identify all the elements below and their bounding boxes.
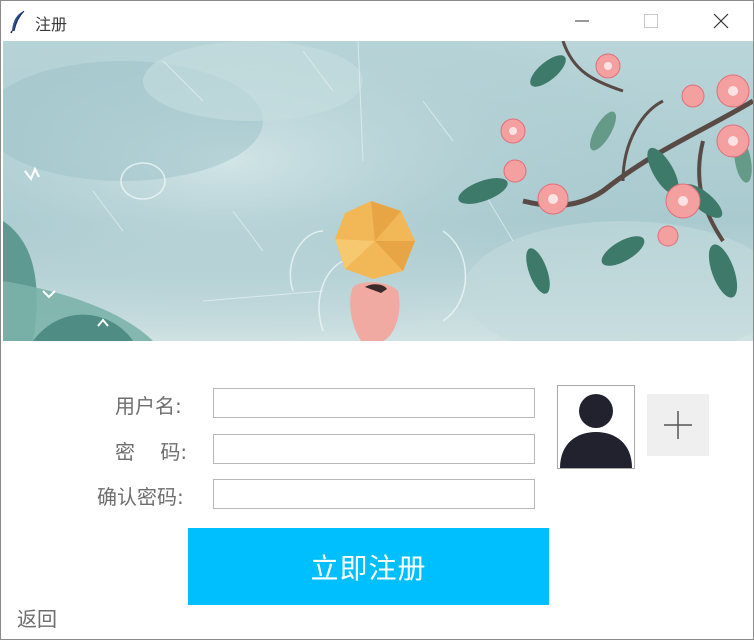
close-button[interactable]: [698, 1, 744, 41]
register-button[interactable]: 立即注册: [188, 528, 549, 605]
minimize-icon: [575, 20, 589, 22]
avatar: [557, 385, 635, 469]
back-link[interactable]: 返回: [17, 603, 57, 632]
plus-icon: [664, 411, 692, 439]
confirm-password-label: 确认密码:: [97, 485, 184, 509]
password-label: 密 码:: [115, 440, 188, 464]
banner-illustration: [3, 41, 753, 341]
add-avatar-button[interactable]: [647, 394, 709, 456]
maximize-button[interactable]: [628, 1, 674, 41]
close-icon: [713, 13, 729, 29]
window-title: 注册: [35, 15, 68, 34]
title-bar: 注册: [1, 1, 753, 41]
password-field[interactable]: [213, 434, 535, 464]
confirm-password-field[interactable]: [213, 479, 535, 509]
minimize-button[interactable]: [559, 1, 605, 41]
feather-icon: [10, 10, 25, 34]
register-window: 注册 用户名: 密 码: 确认密码: 立即注册 返回: [0, 0, 754, 640]
username-label: 用户名:: [115, 394, 182, 418]
user-silhouette-icon: [560, 394, 632, 468]
username-field[interactable]: [213, 388, 535, 418]
maximize-icon: [644, 14, 658, 28]
